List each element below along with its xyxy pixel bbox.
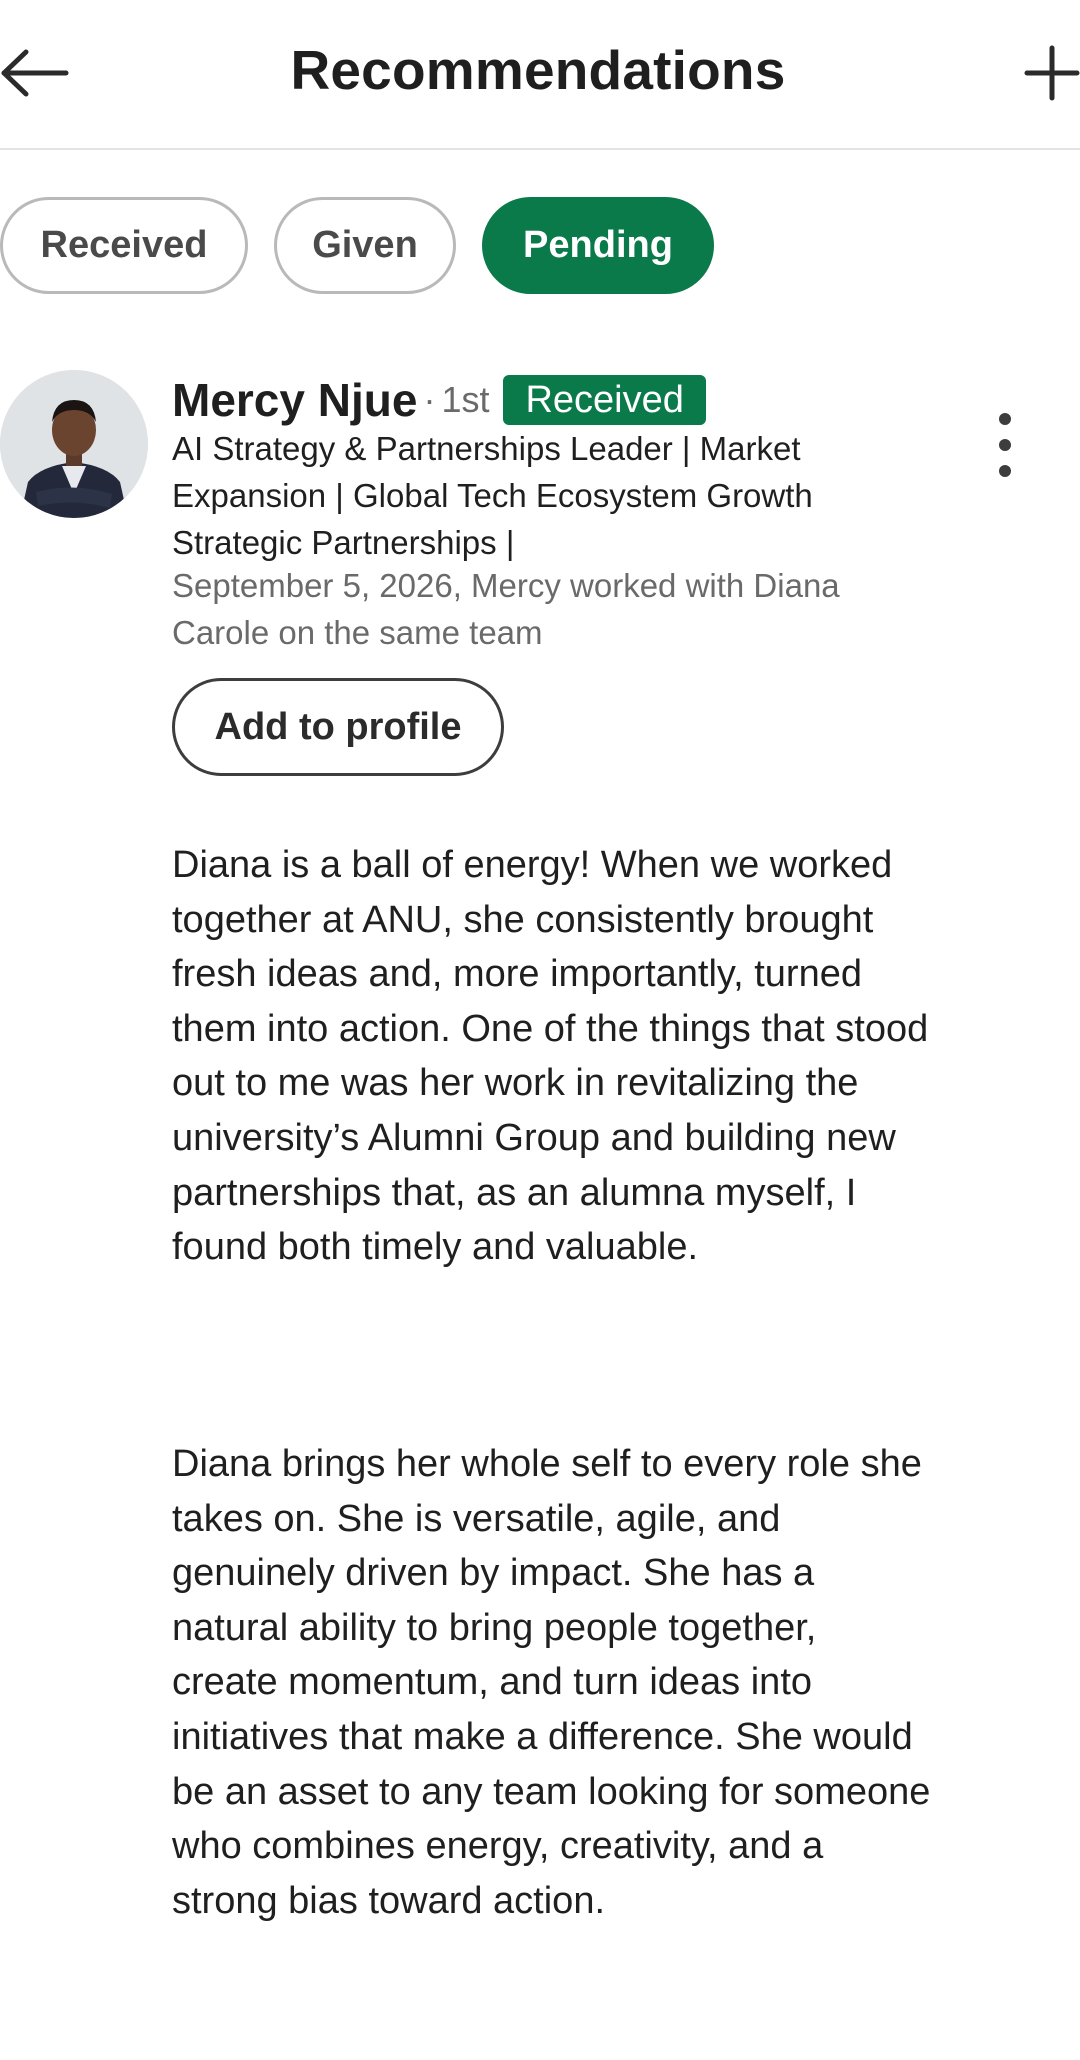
recommender-headline: AI Strategy & Partnerships Leader | Mark… [172, 430, 813, 561]
recommendation-paragraph: Diana is a ball of energy! When we worke… [172, 844, 929, 1269]
recommender-name[interactable]: Mercy Njue [172, 373, 417, 427]
plus-icon [1024, 45, 1080, 106]
page-title: Recommendations [0, 38, 1080, 102]
add-recommendation-button[interactable] [1010, 40, 1080, 110]
tab-pending[interactable]: Pending [482, 197, 714, 294]
app-header: Recommendations [0, 0, 1080, 150]
recommendation-meta: September 5, 2026, Mercy worked with Dia… [172, 567, 840, 651]
avatar[interactable] [0, 370, 148, 518]
degree-separator: · [423, 379, 436, 420]
more-vertical-icon-dot [999, 439, 1011, 451]
filter-tabs: Received Given Pending [0, 197, 714, 297]
connection-degree: 1st [441, 379, 490, 420]
recommender-row: Mercy Njue · 1st Received [172, 370, 972, 430]
recommendation-paragraph: Diana brings her whole self to every rol… [172, 1443, 931, 1922]
more-vertical-icon [999, 413, 1011, 425]
more-options-button[interactable] [985, 405, 1025, 485]
more-vertical-icon-dot [999, 465, 1011, 477]
page-title-text: Recommendations [290, 39, 786, 101]
tab-received[interactable]: Received [0, 197, 248, 294]
add-to-profile-button[interactable]: Add to profile [172, 678, 504, 776]
tab-given[interactable]: Given [274, 197, 456, 294]
status-badge: Received [503, 375, 706, 425]
